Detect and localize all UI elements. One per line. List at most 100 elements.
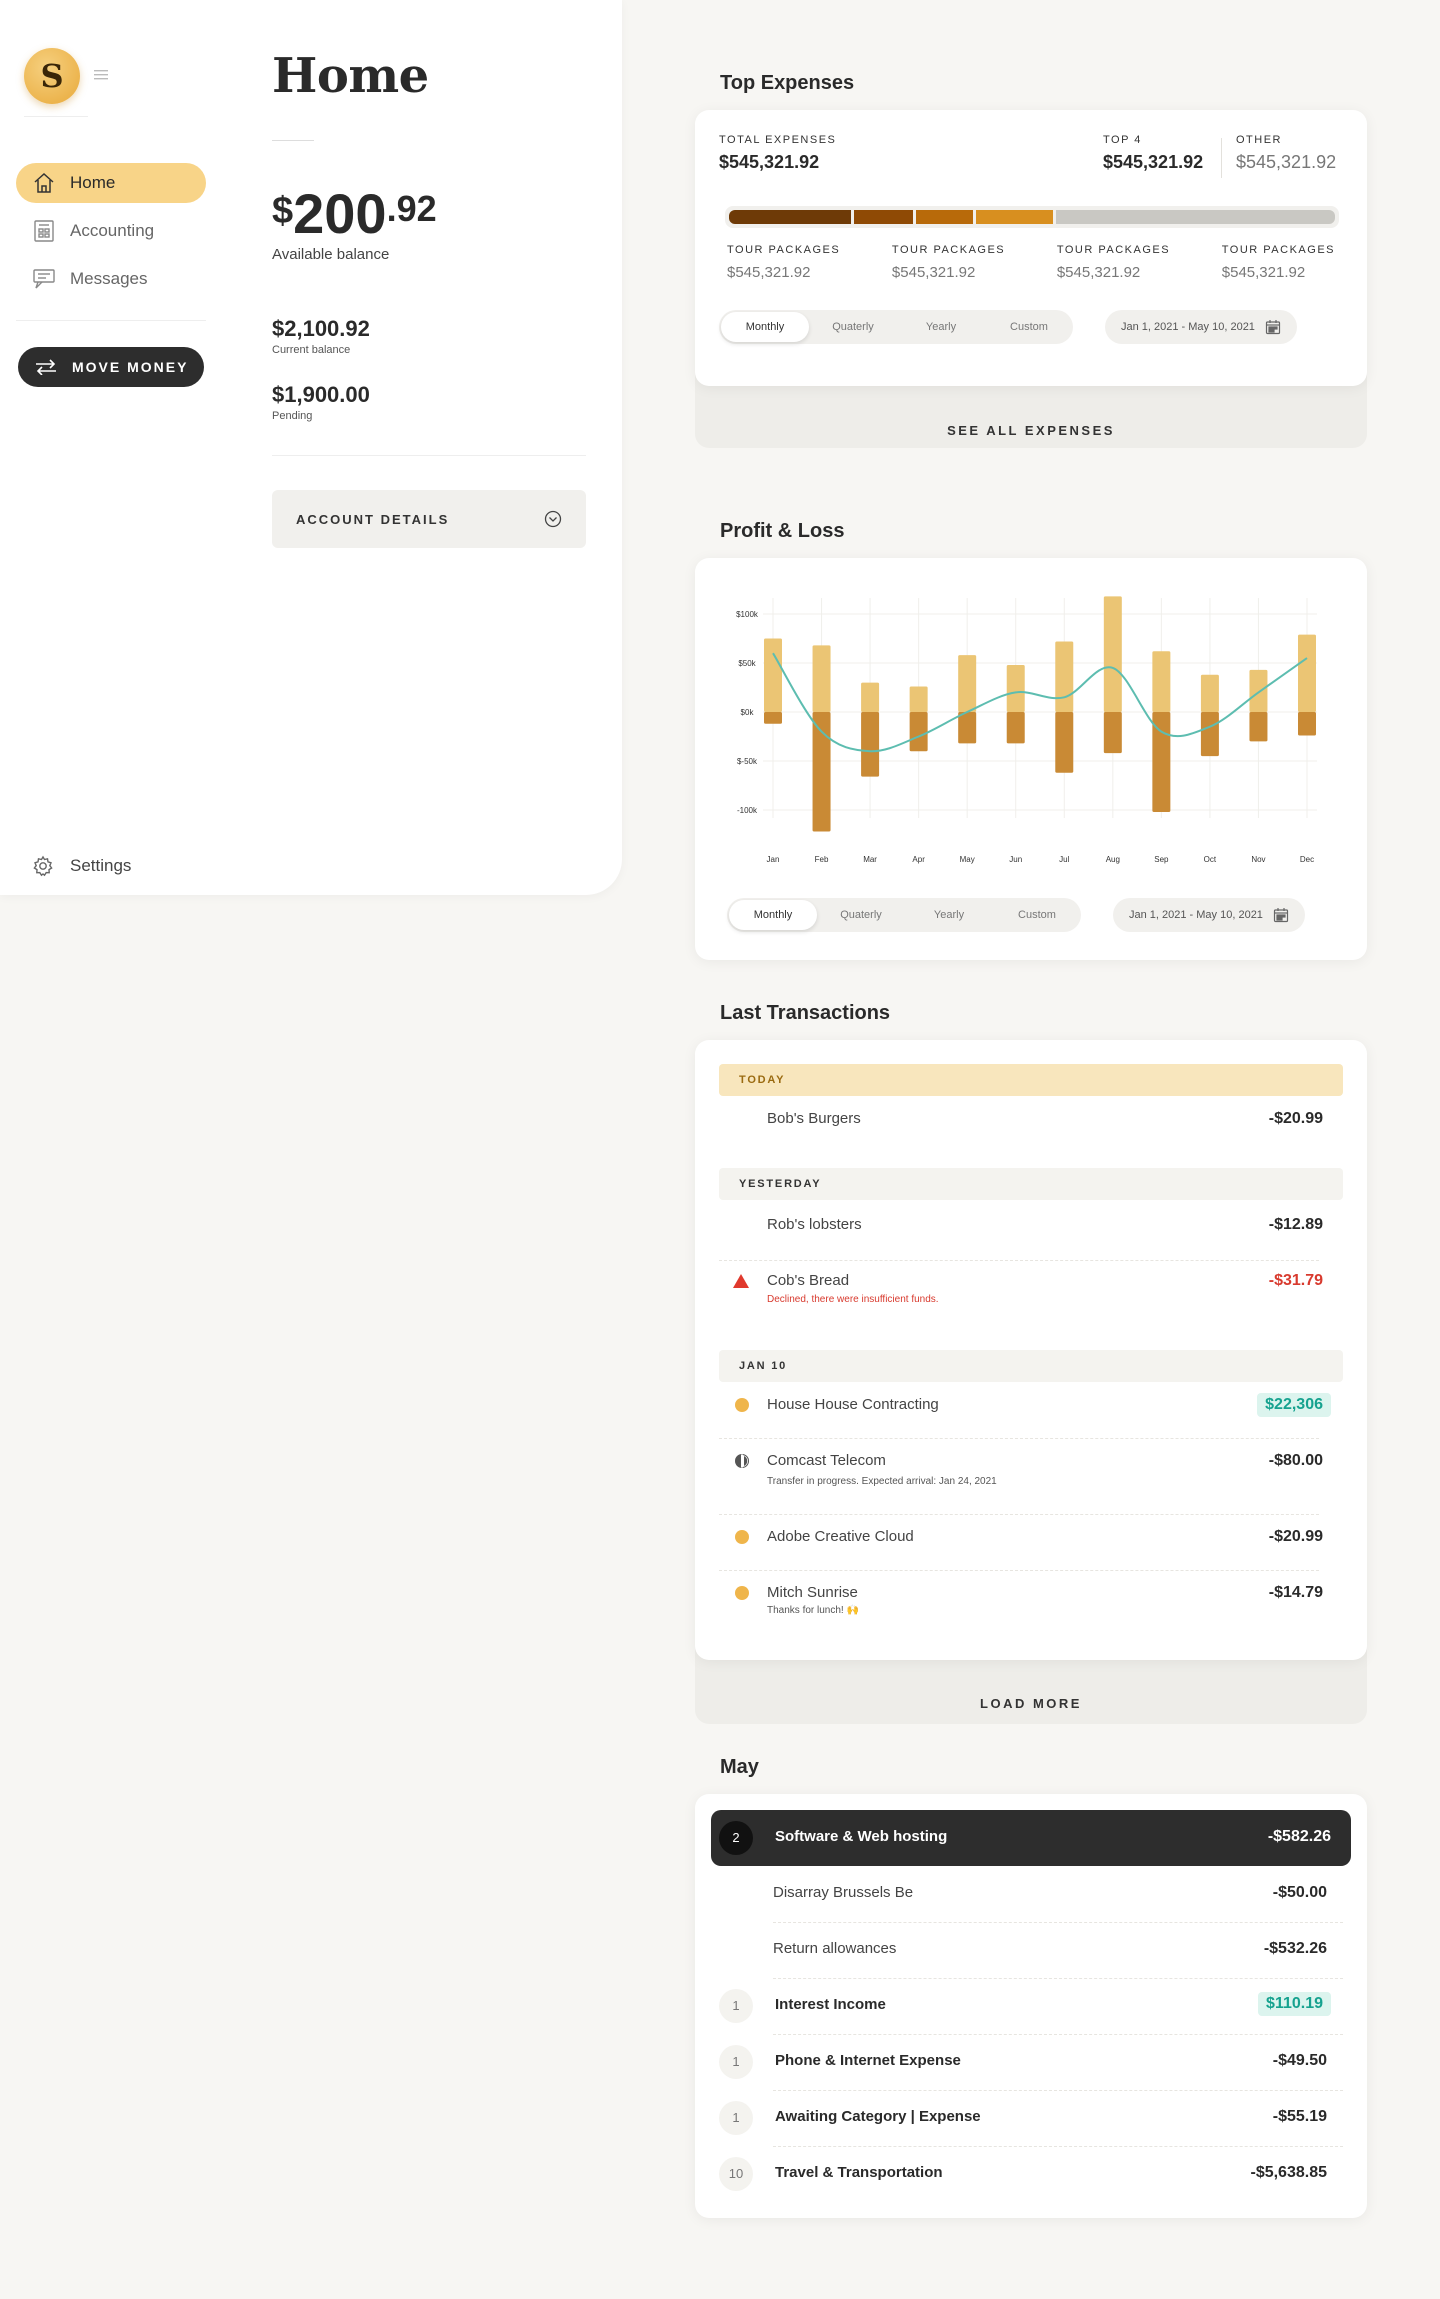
period-option-monthly[interactable]: Monthly <box>729 900 817 930</box>
transaction-note: Declined, there were insufficient funds. <box>767 1294 939 1305</box>
sidebar-item-settings[interactable]: Settings <box>32 855 131 877</box>
category-row[interactable]: 1 Awaiting Category | Expense -$55.19 <box>719 2090 1343 2146</box>
income-bar <box>1055 641 1074 712</box>
transaction-name: Mitch Sunrise <box>767 1584 858 1601</box>
x-tick-label: Mar <box>863 855 877 864</box>
category-row[interactable]: 1 Phone & Internet Expense -$49.50 <box>719 2034 1343 2090</box>
date-range-text: Jan 1, 2021 - May 10, 2021 <box>1129 909 1263 921</box>
category-row-selected[interactable]: 2 Software & Web hosting -$582.26 <box>711 1810 1351 1866</box>
app-logo[interactable]: S <box>24 48 80 104</box>
period-option-yearly[interactable]: Yearly <box>897 312 985 342</box>
transaction-row[interactable]: House House Contracting $22,306 <box>719 1393 1343 1426</box>
expense-categories: TOUR PACKAGES $545,321.92 TOUR PACKAGES $5… <box>727 244 1335 281</box>
category-value: $545,321.92 <box>1221 264 1306 281</box>
available-balance-label: Available balance <box>272 246 390 263</box>
x-tick-label: Dec <box>1300 855 1314 864</box>
category-name: Interest Income <box>775 1996 886 2013</box>
other-value: $545,321.92 <box>1236 152 1337 172</box>
period-option-custom[interactable]: Custom <box>985 312 1073 342</box>
transaction-amount: -$12.89 <box>1268 1216 1323 1233</box>
category-label: TOUR PACKAGES <box>891 244 1006 256</box>
transaction-amount: -$14.79 <box>1268 1584 1323 1601</box>
income-bar <box>1298 634 1316 712</box>
income-bar <box>1152 651 1171 712</box>
sidebar-item-home[interactable]: Home <box>16 163 206 203</box>
other-expenses: OTHER $545,321.92 <box>1236 134 1336 173</box>
may-title: May <box>720 1756 759 1778</box>
x-tick-label: Nov <box>1251 855 1265 864</box>
expense-segment <box>1055 210 1335 224</box>
category-name: Awaiting Category | Expense <box>775 2108 981 2125</box>
sidebar: S Home Accounting Messages MOVE MONEY Se… <box>0 0 220 895</box>
pl-date-range[interactable]: Jan 1, 2021 - May 10, 2021 <box>1113 898 1305 932</box>
income-bar <box>1103 596 1122 712</box>
divider <box>272 455 586 456</box>
transactions-title: Last Transactions <box>720 1002 891 1024</box>
count-badge: 10 <box>719 2157 753 2191</box>
balance-integer: 200 <box>293 182 387 245</box>
transaction-row-pending[interactable]: Comcast Telecom Transfer in progress. Ex… <box>719 1452 1343 1496</box>
move-money-button[interactable]: MOVE MONEY <box>18 347 204 387</box>
transaction-row[interactable]: Adobe Creative Cloud -$20.99 <box>719 1528 1343 1558</box>
period-option-custom[interactable]: Custom <box>993 900 1081 930</box>
chevron-down-circle-icon <box>544 510 562 528</box>
y-tick-label: $100k <box>736 610 759 619</box>
status-dot-icon <box>735 1530 749 1544</box>
y-tick-label: $0k <box>741 708 755 717</box>
expense-bar <box>909 712 928 752</box>
date-range-text: Jan 1, 2021 - May 10, 2021 <box>1121 321 1255 333</box>
transaction-amount: -$20.99 <box>1268 1528 1323 1545</box>
income-bar <box>861 682 880 712</box>
expense-bar <box>812 712 831 832</box>
expense-bar <box>1249 712 1268 742</box>
transaction-note: Thanks for lunch! 🙌 <box>767 1605 859 1616</box>
expense-category: TOUR PACKAGES $545,321.92 <box>727 244 840 281</box>
period-option-quarterly[interactable]: Quaterly <box>809 312 897 342</box>
transaction-note: Transfer in progress. Expected arrival: … <box>767 1476 997 1487</box>
income-bar <box>812 645 831 712</box>
sidebar-item-messages[interactable]: Messages <box>16 259 206 299</box>
sidebar-item-accounting[interactable]: Accounting <box>16 211 206 251</box>
profit-loss-chart: $100k $50k $0k $-50k -100k Jan Feb Mar Apr May Jun… <box>736 596 1317 864</box>
pending-icon <box>735 1454 749 1468</box>
income-bar <box>1200 674 1219 712</box>
category-amount: -$55.19 <box>1272 2108 1327 2125</box>
transaction-name: Cob's Bread <box>767 1272 850 1289</box>
expense-bar <box>1006 712 1025 744</box>
transaction-row[interactable]: Mitch Sunrise Thanks for lunch! 🙌 -$14.7… <box>719 1584 1343 1624</box>
period-option-monthly[interactable]: Monthly <box>721 312 809 342</box>
category-value: $545,321.92 <box>727 264 811 281</box>
category-amount: $110.19 <box>1258 1992 1331 2016</box>
period-option-quarterly[interactable]: Quaterly <box>817 900 905 930</box>
accounting-icon <box>32 219 56 243</box>
transaction-name: Bob's Burgers <box>767 1110 861 1127</box>
account-details-button[interactable]: ACCOUNT DETAILS <box>272 490 586 548</box>
income-bar <box>764 638 782 712</box>
expense-bar <box>1103 712 1122 754</box>
expenses-date-range[interactable]: Jan 1, 2021 - May 10, 2021 <box>1105 310 1297 344</box>
subcategory-row[interactable]: Return allowances -$532.26 <box>719 1922 1343 1978</box>
expense-bar <box>764 712 782 724</box>
category-name: Phone & Internet Expense <box>775 2052 961 2069</box>
sidebar-item-label: Messages <box>70 269 148 288</box>
expense-segment <box>729 210 851 224</box>
settings-label: Settings <box>70 856 132 875</box>
expense-bar <box>1298 712 1316 736</box>
category-value: $545,321.92 <box>1056 264 1141 281</box>
available-balance: $ 200 .92 <box>272 182 437 246</box>
transaction-row[interactable]: Bob's Burgers -$20.99 <box>719 1110 1343 1140</box>
balance-decimal: .92 <box>386 188 437 229</box>
category-label: TOUR PACKAGES <box>1221 244 1335 256</box>
messages-icon <box>32 267 56 291</box>
income-bar <box>909 686 928 712</box>
subcategory-amount: -$50.00 <box>1272 1884 1327 1901</box>
menu-icon[interactable] <box>94 70 108 80</box>
category-amount: -$5,638.85 <box>1250 2164 1327 2181</box>
category-row[interactable]: 1 Interest Income $110.19 <box>719 1978 1343 2034</box>
category-row[interactable]: 10 Travel & Transportation -$5,638.85 <box>719 2146 1343 2202</box>
expense-segment <box>853 210 914 224</box>
subcategory-row[interactable]: Disarray Brussels Be -$50.00 <box>719 1866 1343 1922</box>
transaction-row-declined[interactable]: Cob's Bread Declined, there were insuffi… <box>719 1272 1343 1316</box>
transaction-row[interactable]: Rob's lobsters -$12.89 <box>719 1216 1343 1246</box>
period-option-yearly[interactable]: Yearly <box>905 900 993 930</box>
